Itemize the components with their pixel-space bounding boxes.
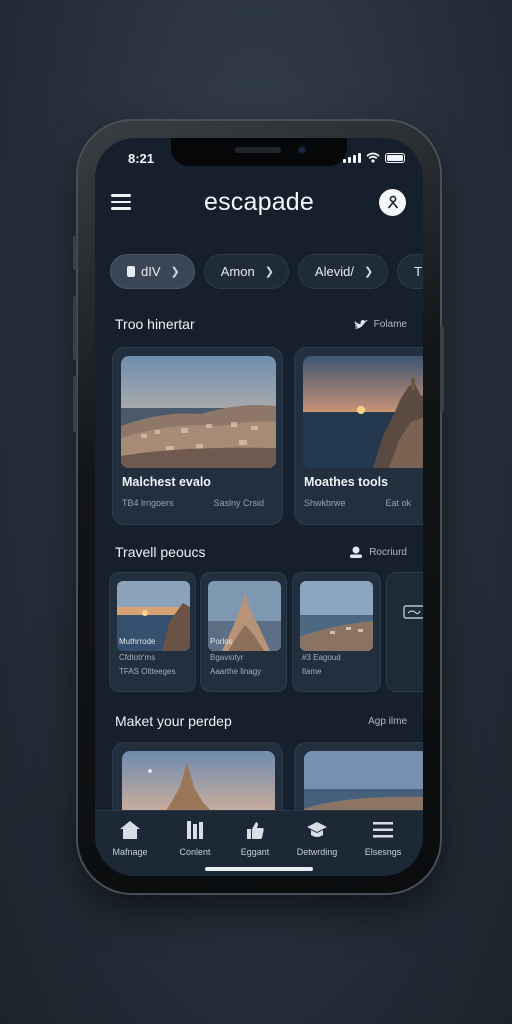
filter-chip[interactable]: Amon ❯ — [203, 254, 289, 289]
chevron-down-icon: ❯ — [363, 266, 374, 278]
section-action-label: Rocriurd — [369, 546, 407, 558]
filter-chip-label: dIV — [141, 264, 161, 279]
signal-icon — [343, 152, 361, 163]
tab-settings[interactable]: Elsesngs — [351, 819, 415, 857]
resource-card-line: Muthrrode — [119, 637, 156, 646]
wifi-icon — [366, 152, 380, 163]
tab-manage[interactable]: Mafnage — [98, 819, 162, 857]
profile-button[interactable] — [379, 189, 406, 216]
bird-icon — [353, 319, 368, 329]
trip-card-meta-left: TB4 lrngoers — [122, 498, 174, 508]
tab-label: Detwrding — [296, 847, 338, 857]
status-time: 8:21 — [128, 151, 155, 166]
tab-label: Conlent — [179, 847, 211, 857]
resource-card-line: Cfdtotr'ms — [119, 653, 156, 662]
chevron-down-icon: ❯ — [264, 266, 274, 278]
trip-card-title: Moathes tools — [304, 475, 389, 489]
recommended-link[interactable]: Rocriurd — [349, 546, 407, 558]
trip-card-meta-right: Eat ok — [385, 498, 412, 508]
chevron-down-icon: ❯ — [170, 266, 180, 278]
phone-side-button — [73, 376, 77, 432]
status-icons — [343, 152, 405, 163]
filter-chip[interactable]: dIV ❯ — [110, 254, 195, 289]
trip-card-image — [303, 356, 423, 468]
resource-card-line: Bgaviotyr — [210, 653, 244, 662]
phone-side-button — [440, 326, 444, 412]
resource-card[interactable]: Porlos Bgaviotyr Aaarthe linagy — [200, 572, 287, 692]
filter-chips: dIV ❯ Amon ❯ Alevid/ ❯ T — [110, 254, 423, 289]
tab-detwrding[interactable]: Detwrding — [285, 819, 349, 857]
speaker — [235, 147, 281, 153]
resource-card-line: Aaarthe linagy — [210, 667, 262, 676]
person-icon — [350, 546, 363, 558]
filter-chip-label: Amon — [220, 264, 255, 279]
thumbs-up-icon — [247, 822, 264, 839]
section-action-label: Folame — [373, 318, 407, 330]
section-header: Maket your perdep Agp ilme — [115, 713, 407, 729]
resource-card-image — [300, 581, 373, 651]
trip-card-meta: Shwkbrwe Eat ok — [304, 498, 411, 508]
user-icon — [387, 195, 398, 209]
phone-side-button — [73, 296, 77, 360]
tag-icon — [127, 266, 135, 277]
camera — [297, 145, 307, 155]
columns-icon — [187, 821, 203, 839]
resource-card[interactable]: Muthrrode Cfdtotr'ms TFAS Oltteeges — [109, 572, 196, 692]
home-icon — [120, 821, 140, 839]
ticket-icon — [403, 605, 423, 619]
section-title: Travell peoucs — [115, 544, 206, 560]
see-all-link[interactable]: Agp ilme — [368, 716, 407, 727]
tab-label: Mafnage — [112, 847, 148, 857]
section-header: Troo hinertar Folame — [115, 316, 407, 332]
battery-icon — [385, 152, 405, 163]
section-title: Maket your perdep — [115, 713, 232, 729]
phone-screen: 8:21 escapade dIV ❯ Amon ❯ Alevid/ ❯ T T… — [95, 138, 423, 876]
tab-content[interactable]: Conlent — [163, 819, 227, 857]
resource-card-line: Porlos — [210, 637, 233, 646]
menu-icon — [373, 822, 393, 838]
section-title: Troo hinertar — [115, 316, 195, 332]
resource-card[interactable] — [386, 572, 423, 692]
app-title: escapade — [203, 188, 315, 216]
trip-card[interactable]: Malchest evalo TB4 lrngoers Saslny Crsid — [112, 347, 283, 525]
follow-link[interactable]: Folame — [353, 318, 407, 330]
section-header: Travell peoucs Rocriurd — [115, 544, 407, 560]
filter-chip-label: Alevid/ — [314, 264, 354, 279]
filter-chip[interactable]: Alevid/ ❯ — [297, 254, 389, 289]
resource-card-line: Ilame — [302, 667, 322, 676]
resource-card[interactable]: #3 Eagoud Ilame — [292, 572, 381, 692]
filter-chip-label: T — [414, 264, 423, 279]
graduation-cap-icon — [307, 822, 327, 837]
tab-label: Eggant — [240, 847, 270, 857]
trip-card-meta-left: Shwkbrwe — [304, 498, 346, 508]
trip-card-meta-right: Saslny Crsid — [213, 498, 265, 508]
app-header: escapade — [95, 186, 423, 222]
resource-card-line: #3 Eagoud — [302, 653, 341, 662]
trip-card-image — [121, 356, 276, 468]
filter-chip[interactable]: T — [397, 254, 423, 289]
trip-card[interactable]: Moathes tools Shwkbrwe Eat ok — [294, 347, 423, 525]
trip-card-title: Malchest evalo — [122, 475, 211, 489]
tab-engage[interactable]: Eggant — [223, 819, 287, 857]
home-indicator[interactable] — [205, 867, 313, 871]
notch — [171, 138, 347, 166]
tab-label: Elsesngs — [364, 847, 402, 857]
resource-card-line: TFAS Oltteeges — [119, 667, 176, 676]
trip-card-meta: TB4 lrngoers Saslny Crsid — [122, 498, 264, 508]
phone-side-button — [73, 236, 77, 270]
